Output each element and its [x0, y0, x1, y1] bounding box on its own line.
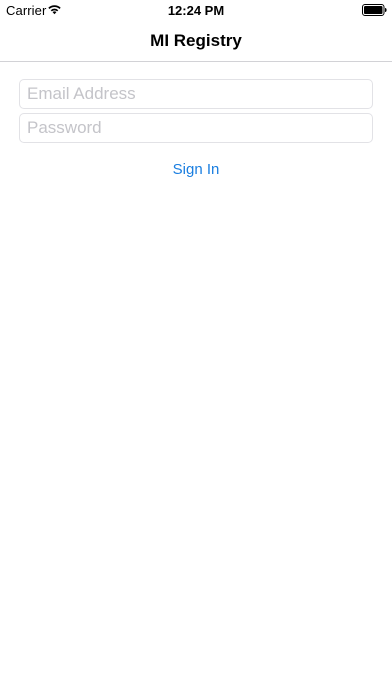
status-bar: Carrier 12:24 PM — [0, 0, 392, 20]
sign-in-button[interactable]: Sign In — [0, 157, 392, 181]
navigation-bar: MI Registry — [0, 20, 392, 62]
login-form — [19, 79, 373, 143]
status-time: 12:24 PM — [167, 3, 225, 18]
battery-icon — [362, 4, 387, 16]
email-field[interactable] — [19, 79, 373, 109]
password-field[interactable] — [19, 113, 373, 143]
page-title: MI Registry — [150, 31, 242, 50]
login-screen: Carrier 12:24 PM MI Registry Sign In — [0, 0, 392, 696]
